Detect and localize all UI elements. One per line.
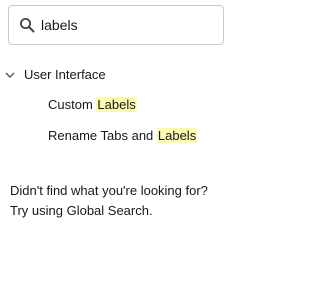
tree-group-user-interface[interactable]: User Interface [4,64,234,86]
tree-item-text: Custom [48,97,97,112]
search-icon [20,18,35,33]
tree-item-custom-labels[interactable]: Custom Labels [48,95,137,115]
quick-find-search-box[interactable] [8,5,224,45]
search-match-highlight: Labels [156,128,198,143]
tree-item-rename-tabs-and-labels[interactable]: Rename Tabs and Labels [48,126,198,146]
quick-find-input[interactable] [41,6,217,44]
chevron-down-icon[interactable] [4,69,16,81]
no-results-line-1: Didn't find what you're looking for? [10,183,208,198]
tree-item-text: Rename Tabs and [48,128,157,143]
search-match-highlight: Labels [96,97,137,112]
tree-group-label: User Interface [24,67,106,82]
no-results-line-2: Try using Global Search. [10,203,153,218]
no-results-message: Didn't find what you're looking for? Try… [10,181,235,221]
